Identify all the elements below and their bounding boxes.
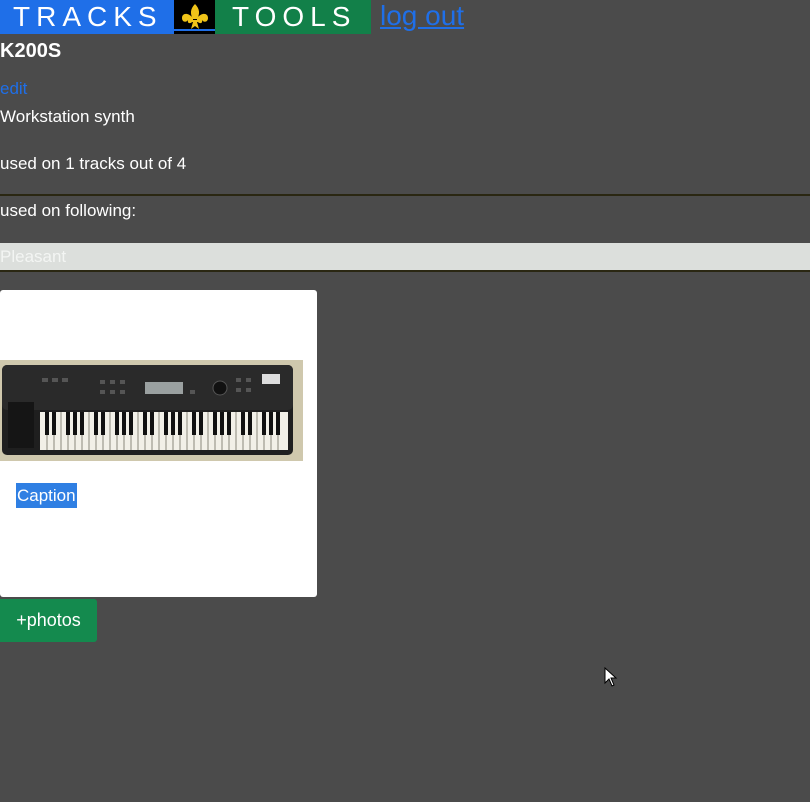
instrument-page: TRACKS TOOLS log out K200S edit Workstat… [0, 0, 810, 802]
photo-card: Caption [0, 290, 317, 597]
usage-count: used on 1 tracks out of 4 [0, 154, 187, 173]
add-photos-button[interactable]: +photos [0, 599, 97, 642]
track-list-item[interactable]: Pleasant [0, 243, 810, 270]
tools-logo[interactable]: TOOLS [215, 0, 371, 34]
divider [0, 194, 810, 196]
fleur-de-lis-icon [174, 0, 215, 34]
divider [0, 270, 810, 272]
tracks-logo[interactable]: TRACKS [0, 0, 174, 34]
used-on-heading: used on following: [0, 201, 137, 220]
logout-link[interactable]: log out [380, 0, 464, 34]
logo-underline [174, 29, 215, 31]
fleur-de-lis-svg [181, 4, 208, 29]
instrument-title: K200S [0, 40, 62, 62]
keyboard-synth-photo[interactable] [0, 360, 303, 461]
mouse-cursor-icon [604, 667, 618, 687]
photo-caption[interactable]: Caption [16, 483, 77, 508]
keyboard-image [0, 360, 303, 461]
instrument-description: Workstation synth [0, 107, 135, 126]
edit-link[interactable]: edit [0, 79, 27, 99]
tools-label: TOOLS [232, 1, 357, 32]
app-header: TRACKS TOOLS log out [0, 0, 464, 34]
tracks-label: TRACKS [13, 1, 163, 32]
